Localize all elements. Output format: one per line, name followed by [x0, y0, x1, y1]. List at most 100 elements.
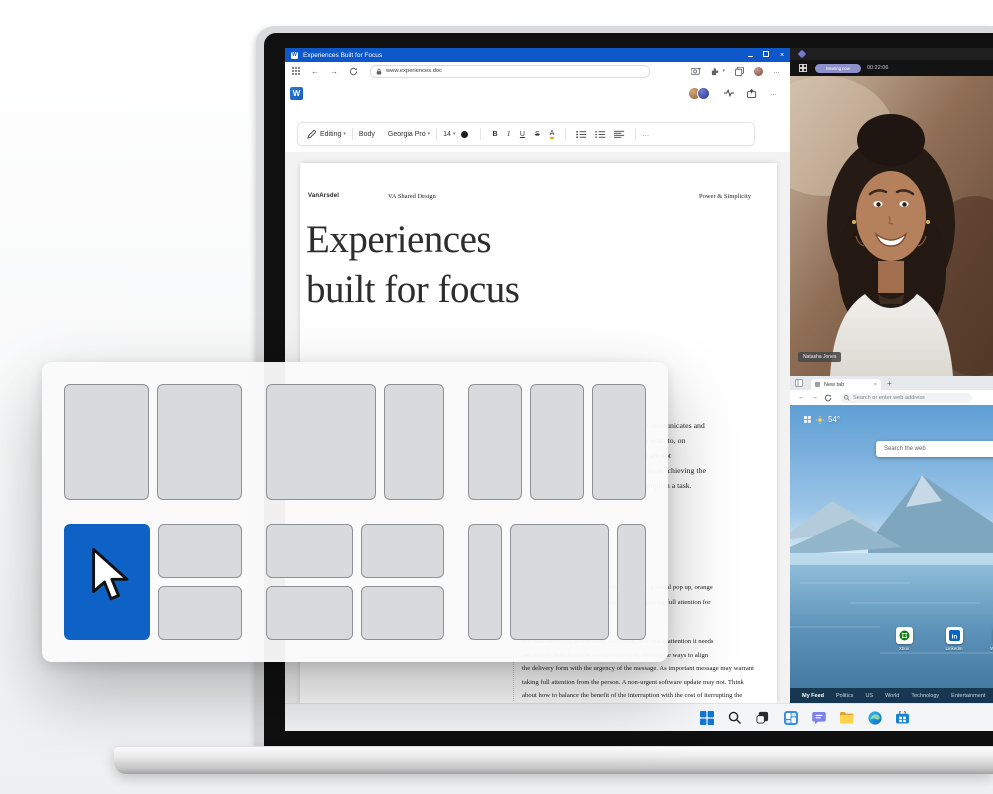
- snap-cell[interactable]: [468, 384, 522, 500]
- gallery-grid-icon[interactable]: [799, 64, 807, 72]
- style-selector[interactable]: Body: [359, 131, 375, 138]
- font-size-selector[interactable]: 14: [443, 131, 451, 138]
- tab-new-tab[interactable]: New tab ×: [811, 379, 881, 390]
- highlight-button[interactable]: A: [550, 130, 555, 139]
- refresh-icon[interactable]: [824, 394, 832, 402]
- chevron-down-icon[interactable]: ▾: [343, 131, 346, 137]
- snap-cell[interactable]: [158, 586, 242, 640]
- widgets-icon: [784, 711, 798, 725]
- feed-tab-us[interactable]: US: [865, 693, 873, 699]
- editing-mode-label[interactable]: Editing: [320, 131, 341, 138]
- temperature: 54°: [828, 415, 840, 424]
- video-feed: [790, 76, 993, 376]
- quick-link-wordpress[interactable]: Wordpress: [984, 627, 993, 651]
- chevron-down-icon[interactable]: ▾: [722, 68, 725, 74]
- word-more-icon[interactable]: …: [770, 90, 778, 97]
- taskbar-search-button[interactable]: [726, 709, 743, 726]
- snap-layout-wide-left[interactable]: [266, 384, 444, 500]
- snap-cell[interactable]: [530, 384, 584, 500]
- snap-cell[interactable]: [592, 384, 646, 500]
- snap-cell[interactable]: [384, 384, 444, 500]
- folder-icon: [840, 712, 854, 724]
- feed-tab-technology[interactable]: Technology: [911, 693, 939, 699]
- numbered-list-icon[interactable]: [595, 130, 606, 139]
- snap-layout-grid[interactable]: [266, 524, 444, 640]
- snap-cell[interactable]: [468, 524, 502, 640]
- taskbar: [285, 703, 993, 731]
- italic-button[interactable]: I: [508, 130, 510, 138]
- snap-layout-two-columns[interactable]: [64, 384, 242, 500]
- minimize-button[interactable]: [742, 52, 758, 59]
- teams-meeting-bar: Meeting now 00:22:06: [790, 60, 993, 76]
- snap-cell[interactable]: [361, 524, 444, 578]
- activity-icon[interactable]: [724, 89, 735, 97]
- snap-cell[interactable]: [158, 524, 242, 578]
- chevron-down-icon[interactable]: ▾: [428, 131, 431, 137]
- feed-tab-my-feed[interactable]: My Feed: [802, 693, 824, 699]
- toolbar-more-icon[interactable]: …: [642, 131, 650, 138]
- feed-tab-world[interactable]: World: [885, 693, 899, 699]
- word-app-header: W …: [285, 80, 790, 106]
- collections-icon[interactable]: [735, 67, 744, 76]
- snap-cell[interactable]: [617, 524, 646, 640]
- address-bar[interactable]: www.experiences.doc: [370, 65, 650, 78]
- back-icon[interactable]: ←: [798, 394, 805, 401]
- snap-cell[interactable]: [510, 524, 610, 640]
- collaborator-avatar[interactable]: [697, 87, 710, 100]
- close-button[interactable]: ×: [774, 52, 790, 59]
- quick-link-linkedin[interactable]: in LinkedIn: [937, 627, 971, 651]
- edge-address-bar[interactable]: Search or enter web address: [840, 393, 972, 403]
- start-button[interactable]: [698, 709, 715, 726]
- edge-browser-button[interactable]: [866, 709, 883, 726]
- quick-link-xbox[interactable]: Xbox: [887, 627, 921, 651]
- layout-grid-icon[interactable]: [804, 416, 811, 423]
- forward-icon[interactable]: →: [330, 67, 338, 76]
- tab-actions-icon[interactable]: [795, 379, 803, 387]
- bold-button[interactable]: B: [492, 131, 497, 138]
- refresh-icon[interactable]: [349, 67, 358, 76]
- weather-widget[interactable]: 54°: [804, 415, 840, 424]
- underline-button[interactable]: U: [520, 131, 525, 138]
- snap-stack: [158, 524, 242, 640]
- browser-more-icon[interactable]: …: [773, 68, 781, 75]
- widgets-button[interactable]: [782, 709, 799, 726]
- feed-tab-politics[interactable]: Politics: [836, 693, 853, 699]
- snap-cell[interactable]: [361, 586, 444, 640]
- snap-layout-three-columns[interactable]: [468, 384, 646, 500]
- teams-window[interactable]: Meeting now 00:22:06: [790, 48, 993, 376]
- web-capture-icon[interactable]: [691, 67, 701, 75]
- font-selector[interactable]: Georgia Pro: [388, 131, 426, 138]
- back-icon[interactable]: ←: [311, 67, 319, 76]
- word-logo-icon[interactable]: W: [290, 87, 303, 100]
- edge-window[interactable]: New tab × + ← → Search or enter web addr…: [790, 376, 993, 703]
- web-search-box[interactable]: Search the web: [876, 441, 993, 457]
- doc-tagline: Power & Simplicity: [699, 193, 751, 200]
- snap-layout-center-focus[interactable]: [468, 524, 646, 640]
- bullet-list-icon[interactable]: [576, 130, 587, 139]
- browser-profile-avatar[interactable]: [754, 67, 763, 76]
- new-tab-button[interactable]: +: [887, 379, 892, 388]
- search-icon: [844, 395, 850, 401]
- forward-icon[interactable]: →: [811, 394, 818, 401]
- task-view-button[interactable]: [754, 709, 771, 726]
- strikethrough-button[interactable]: S: [535, 131, 540, 138]
- file-explorer-button[interactable]: [838, 709, 855, 726]
- share-icon[interactable]: [747, 89, 758, 98]
- snap-cell[interactable]: [266, 586, 353, 640]
- maximize-button[interactable]: [758, 51, 774, 60]
- feed-tab-entertainment[interactable]: Entertainment: [951, 693, 985, 699]
- snap-cell[interactable]: [64, 384, 149, 500]
- extensions-icon[interactable]: [711, 67, 720, 76]
- lock-icon: [376, 68, 382, 75]
- font-color-icon[interactable]: [461, 131, 468, 138]
- teams-chat-button[interactable]: [810, 709, 827, 726]
- snap-cell[interactable]: [266, 384, 376, 500]
- tab-close-icon[interactable]: ×: [874, 382, 877, 388]
- snap-cell[interactable]: [266, 524, 353, 578]
- align-icon[interactable]: [614, 130, 625, 139]
- app-launcher-icon[interactable]: [292, 67, 300, 75]
- microsoft-store-button[interactable]: [894, 709, 911, 726]
- chevron-down-icon[interactable]: ▾: [453, 131, 456, 137]
- word-window-titlebar[interactable]: W Experiences Built for Focus ×: [285, 48, 790, 62]
- snap-cell[interactable]: [157, 384, 242, 500]
